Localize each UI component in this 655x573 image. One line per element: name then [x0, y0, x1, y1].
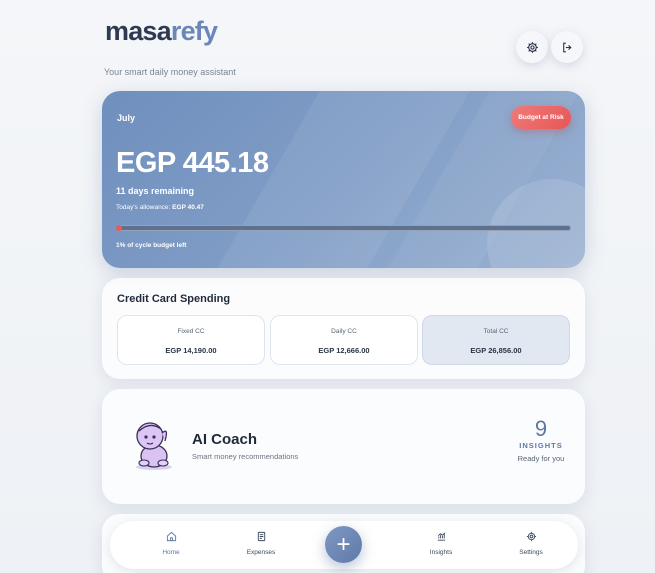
- cc-label: Daily CC: [331, 328, 357, 335]
- insights-label: INSIGHTS: [519, 441, 563, 450]
- nav-settings[interactable]: Settings: [501, 531, 561, 556]
- status-badge: Budget at Risk: [511, 106, 571, 129]
- gear-icon: [526, 531, 536, 542]
- credit-card-section: Credit Card Spending Fixed CC EGP 14,190…: [102, 278, 585, 379]
- receipt-icon: [257, 531, 265, 542]
- daily-cc-card[interactable]: Daily CC EGP 12,666.00: [270, 315, 418, 365]
- daily-allowance: Today's allowance: EGP 40.47: [116, 204, 204, 211]
- ready-text: Ready for you: [517, 454, 565, 463]
- ai-coach-card[interactable]: AI Coach Smart money recommendations 9 I…: [102, 389, 585, 504]
- cc-value: EGP 14,190.00: [165, 346, 217, 355]
- insights-count: 9: [534, 416, 548, 441]
- gear-icon: [526, 41, 538, 53]
- progress-text: 1% of cycle budget left: [116, 242, 187, 249]
- cc-value: EGP 12,666.00: [318, 346, 370, 355]
- budget-progress-bar: [116, 225, 571, 231]
- logout-button[interactable]: [551, 31, 583, 63]
- cc-label: Fixed CC: [177, 328, 205, 335]
- chart-icon: [437, 532, 445, 541]
- nav-home[interactable]: Home: [141, 531, 201, 556]
- logo-accent: refy: [170, 16, 218, 46]
- home-icon: [166, 531, 176, 542]
- budget-amount: EGP 445.18: [116, 147, 269, 179]
- coach-mascot-icon: [136, 422, 172, 470]
- nav-insights[interactable]: Insights: [411, 531, 471, 556]
- nav-label: Expenses: [246, 549, 276, 556]
- allowance-label: Today's allowance:: [116, 204, 171, 211]
- nav-label: Insights: [429, 549, 453, 556]
- settings-button[interactable]: [516, 31, 548, 63]
- fixed-cc-card[interactable]: Fixed CC EGP 14,190.00: [117, 315, 265, 365]
- total-cc-card[interactable]: Total CC EGP 26,856.00: [422, 315, 570, 365]
- budget-month: July: [117, 113, 136, 123]
- cc-value: EGP 26,856.00: [470, 346, 522, 355]
- budget-progress-fill: [116, 225, 122, 231]
- section-title: Credit Card Spending: [117, 293, 231, 305]
- tagline: Your smart daily money assistant: [104, 67, 236, 77]
- nav-label: Settings: [519, 549, 543, 556]
- coach-title: AI Coach: [192, 431, 258, 448]
- cc-label: Total CC: [483, 328, 509, 335]
- nav-label: Home: [162, 549, 180, 556]
- days-remaining: 11 days remaining: [116, 186, 195, 196]
- nav-expenses[interactable]: Expenses: [231, 531, 291, 556]
- coach-subtitle: Smart money recommendations: [192, 452, 299, 461]
- allowance-value: EGP 40.47: [172, 204, 204, 211]
- logout-icon: [562, 42, 572, 52]
- add-expense-button[interactable]: +: [325, 526, 362, 563]
- budget-card: July Budget at Risk EGP 445.18 11 days r…: [102, 91, 585, 268]
- app-logo: masarefy: [105, 16, 218, 47]
- logo-primary: masa: [105, 16, 172, 46]
